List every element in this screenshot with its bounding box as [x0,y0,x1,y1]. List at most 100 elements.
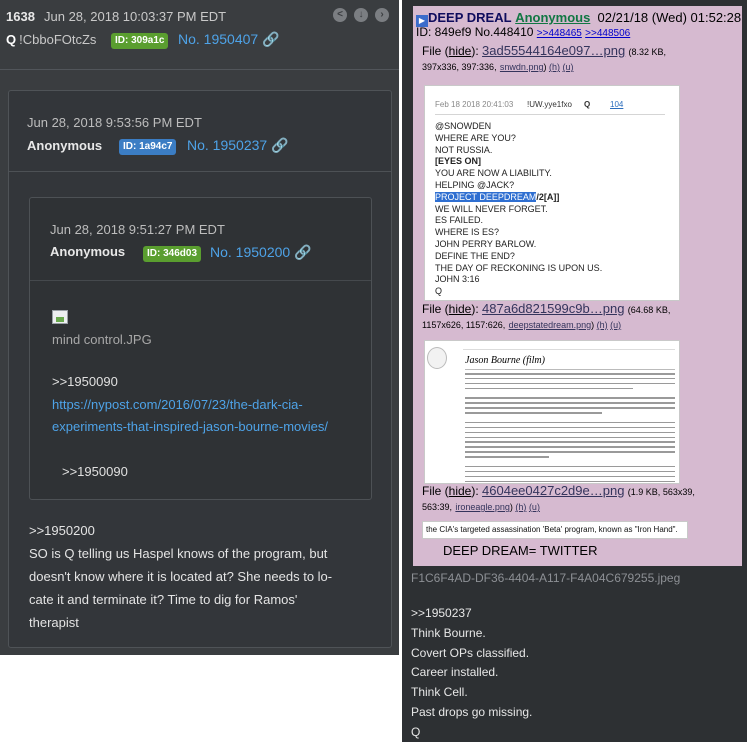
arrow-right-icon[interactable]: › [375,8,389,22]
file-size: (1.9 KB, 563x39, [627,487,695,497]
drop-line: JOHN 3:16 [435,274,480,285]
h-link[interactable]: (h) [549,62,560,72]
divider [30,280,371,281]
file-size: (8.32 KB, [628,47,667,57]
drop-line: HELPING @JACK? [435,179,515,190]
iron-hand-image[interactable]: the CIA's targeted assassination 'Beta' … [422,521,688,539]
download-icon[interactable]: ↓ [354,8,368,22]
drop-line: @SNOWDEN [435,121,492,131]
body-line: Think Bourne. [411,625,486,640]
file-info-2: File (hide): 487a6d821599c9b…png (64.68 … [422,301,671,331]
divider [435,114,665,115]
hide-link[interactable]: hide [449,44,472,58]
h-link[interactable]: (h) [597,320,608,330]
h-link[interactable]: (h) [515,502,526,512]
file-link[interactable]: 487a6d821599c9b…png [482,301,624,316]
wiki-logo-icon [427,347,447,369]
deep-dream-text: DEEP DREAM= TWITTER [443,543,598,558]
quoted-post-no-text: No. 1950237 [187,137,268,153]
jason-bourne-wiki-image[interactable]: Jason Bourne (film) [424,340,680,484]
orig-filename[interactable]: snwdn.png [500,62,544,72]
body-line: Past drops go missing. [411,704,533,719]
attachment-filename: F1C6F4AD-DF36-4404-A117-F4A04C679255.jpe… [411,571,681,585]
poster-tripcode: Q !CbboFOtcZs [6,32,96,47]
orig-filename[interactable]: ironeagle.png [455,502,510,512]
post-number: 1638 [6,9,35,24]
q-post-panel: 1638 Jun 28, 2018 10:03:37 PM EDT Q !Cbbo… [0,0,399,655]
snowden-drop-image[interactable]: Feb 18 2018 20:41:03 !UW.yye1fxo Q 104 @… [424,85,680,301]
q-post-body: >>1950237 Think Bourne. Covert OPs class… [411,604,532,742]
post-no-link[interactable]: No. 1950407 🔗 [178,31,280,48]
u-link[interactable]: (u) [529,502,540,512]
highlighted-text: PROJECT DEEPDREAM [435,191,537,202]
drop-line: Q [435,286,443,297]
drop-line: WHERE ARE YOU? [435,132,516,143]
drop-meta: Feb 18 2018 20:41:03 !UW.yye1fxo Q 104 [435,100,665,114]
poster-id-badge[interactable]: ID: 309a1c [111,33,169,49]
header-actions: < ↓ › [333,8,389,22]
quoted-post: Jun 28, 2018 9:53:56 PM EDT Anonymous ID… [8,90,392,648]
orig-filename[interactable]: deepstatedream.png [509,320,592,330]
link-icon: 🔗 [262,31,280,47]
quoted-post-name: Anonymous [27,138,103,153]
hide-link[interactable]: hide [449,302,472,316]
post-author[interactable]: Anonymous [515,10,590,25]
drop-line: JOHN PERRY BARLOW. [435,238,537,249]
file-link[interactable]: 4604ee0427c2d9e…png [482,483,624,498]
drop-text: @SNOWDEN WHERE ARE YOU? NOT RUSSIA. [EYE… [435,121,665,298]
drop-line: YOU ARE NOW A LIABILITY. [435,168,552,179]
file-dims: 1157x626, 1157:626, [422,320,506,330]
drop-line: THE DAY OF RECKONING IS UPON US. [435,262,603,273]
wiki-body-text [465,373,675,483]
hide-link[interactable]: hide [449,484,472,498]
post-datetime: 02/21/18 (Wed) 01:52:28 [597,10,742,25]
wiki-page-title: Jason Bourne (film) [465,355,545,366]
body-line: Q [411,724,421,739]
file-label: File ( [422,44,449,58]
highlight-suffix: /2[A]] [536,191,560,202]
file-dims: 397x336, 397:336, [422,62,497,72]
u-link[interactable]: (u) [610,320,621,330]
image-filename: mind control.JPG [52,332,152,347]
nested-post-no-link[interactable]: No. 1950200 🔗 [210,244,312,261]
body-line: Think Cell. [411,685,468,700]
body-line: Covert OPs classified. [411,645,530,660]
poster-name: Q [6,32,17,47]
reply-reference[interactable]: >>1950237 [411,604,532,624]
drop-line: WE WILL NEVER FORGET. [435,203,548,214]
file-link[interactable]: 3ad55544164e097…png [482,43,625,58]
body-line: therapist [29,615,79,630]
quoted-post-body: >>1950200 SO is Q telling us Haspel know… [29,519,374,634]
iron-hand-text: the CIA's targeted assassination 'Beta' … [426,525,678,534]
file-size: (64.68 KB, [627,305,671,315]
broken-image-icon[interactable] [52,310,68,324]
file-info-3: File (hide): 4604ee0427c2d9e…png (1.9 KB… [422,483,695,513]
divider [9,171,391,172]
quoted-post-no-link[interactable]: No. 1950237 🔗 [187,137,289,154]
post-id: ID: 849ef9 No.448410 [416,25,534,39]
backlink[interactable]: >>448465 [537,28,582,39]
file-label: File ( [422,484,449,498]
nested-quoted-post: Jun 28, 2018 9:51:27 PM EDT Anonymous ID… [29,197,372,500]
reply-reference[interactable]: >>1950090 [52,374,118,389]
drop-trip: !UW.yye1fxo [527,100,572,109]
backlink[interactable]: >>448506 [585,28,630,39]
share-icon[interactable]: < [333,8,347,22]
reply-reference[interactable]: >>1950090 [62,464,128,479]
body-line: cate it and terminate it? Time to dig fo… [29,592,298,607]
post-id-line: ID: 849ef9 No.448410 >>448465 >>448506 [416,25,630,39]
drop-date: Feb 18 2018 20:41:03 [435,100,514,109]
body-line: doesn't know where it is located at? She… [29,569,333,584]
nested-post-no-text: No. 1950200 [210,244,291,260]
link-icon: 🔗 [294,244,312,260]
drop-line: [EYES ON] [435,156,482,167]
drop-line: ES FAILED. [435,215,484,226]
article-link[interactable]: https://nypost.com/2016/07/23/the-dark-c… [52,394,352,438]
reply-reference[interactable]: >>1950200 [29,519,374,542]
drop-line: DEFINE THE END? [435,250,515,261]
nested-post-id-badge[interactable]: ID: 346d03 [143,246,202,262]
chan-post-panel: ▶ DEEP DREAL Anonymous 02/21/18 (Wed) 01:… [402,0,747,742]
u-link[interactable]: (u) [562,62,573,72]
post-subject: DEEP DREAL [428,10,512,25]
quoted-post-id-badge[interactable]: ID: 1a94c7 [119,139,177,155]
